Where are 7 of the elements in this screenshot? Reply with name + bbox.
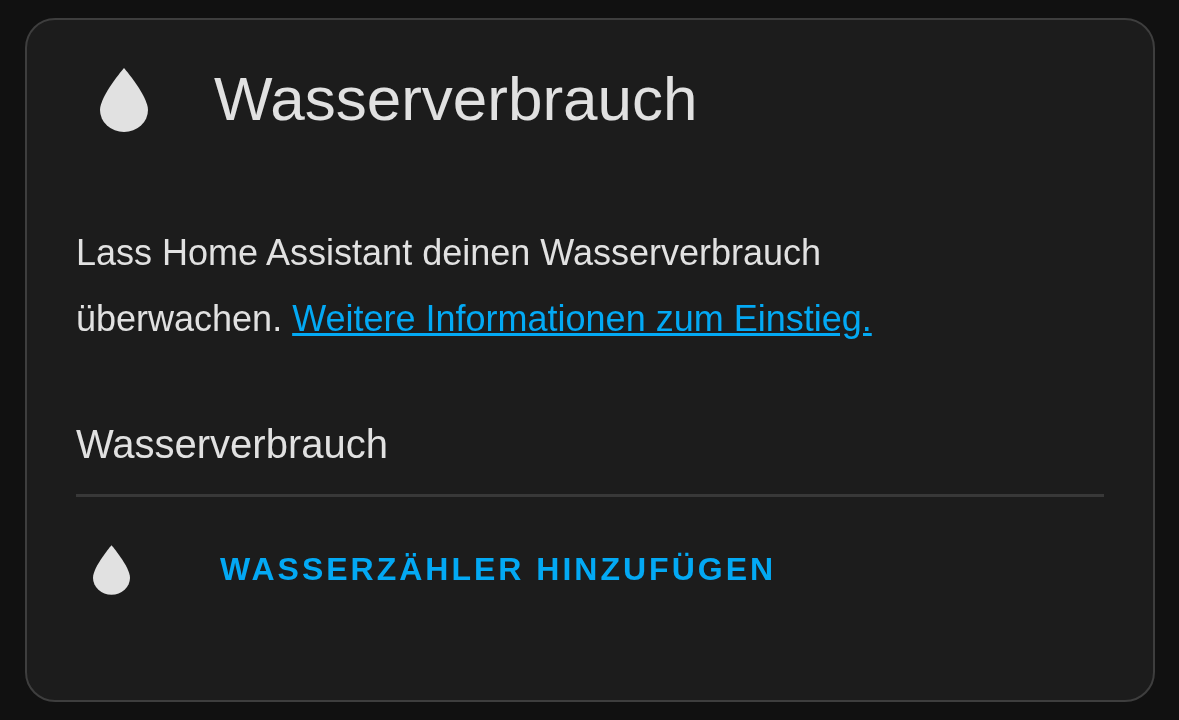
water-drop-icon <box>100 67 148 133</box>
section-heading: Wasserverbrauch <box>76 424 389 464</box>
card-title: Wasserverbrauch <box>214 68 698 130</box>
add-meter-button[interactable]: WASSERZÄHLER HINZUFÜGEN <box>220 545 777 594</box>
description-text: Lass Home Assistant deinen Wasserverbrauch überwachen. Weitere Informationen zum Einstieg. <box>76 231 873 341</box>
info-link[interactable]: Weitere Informationen zum Einstieg. <box>292 298 872 339</box>
water-drop-icon <box>93 544 130 595</box>
